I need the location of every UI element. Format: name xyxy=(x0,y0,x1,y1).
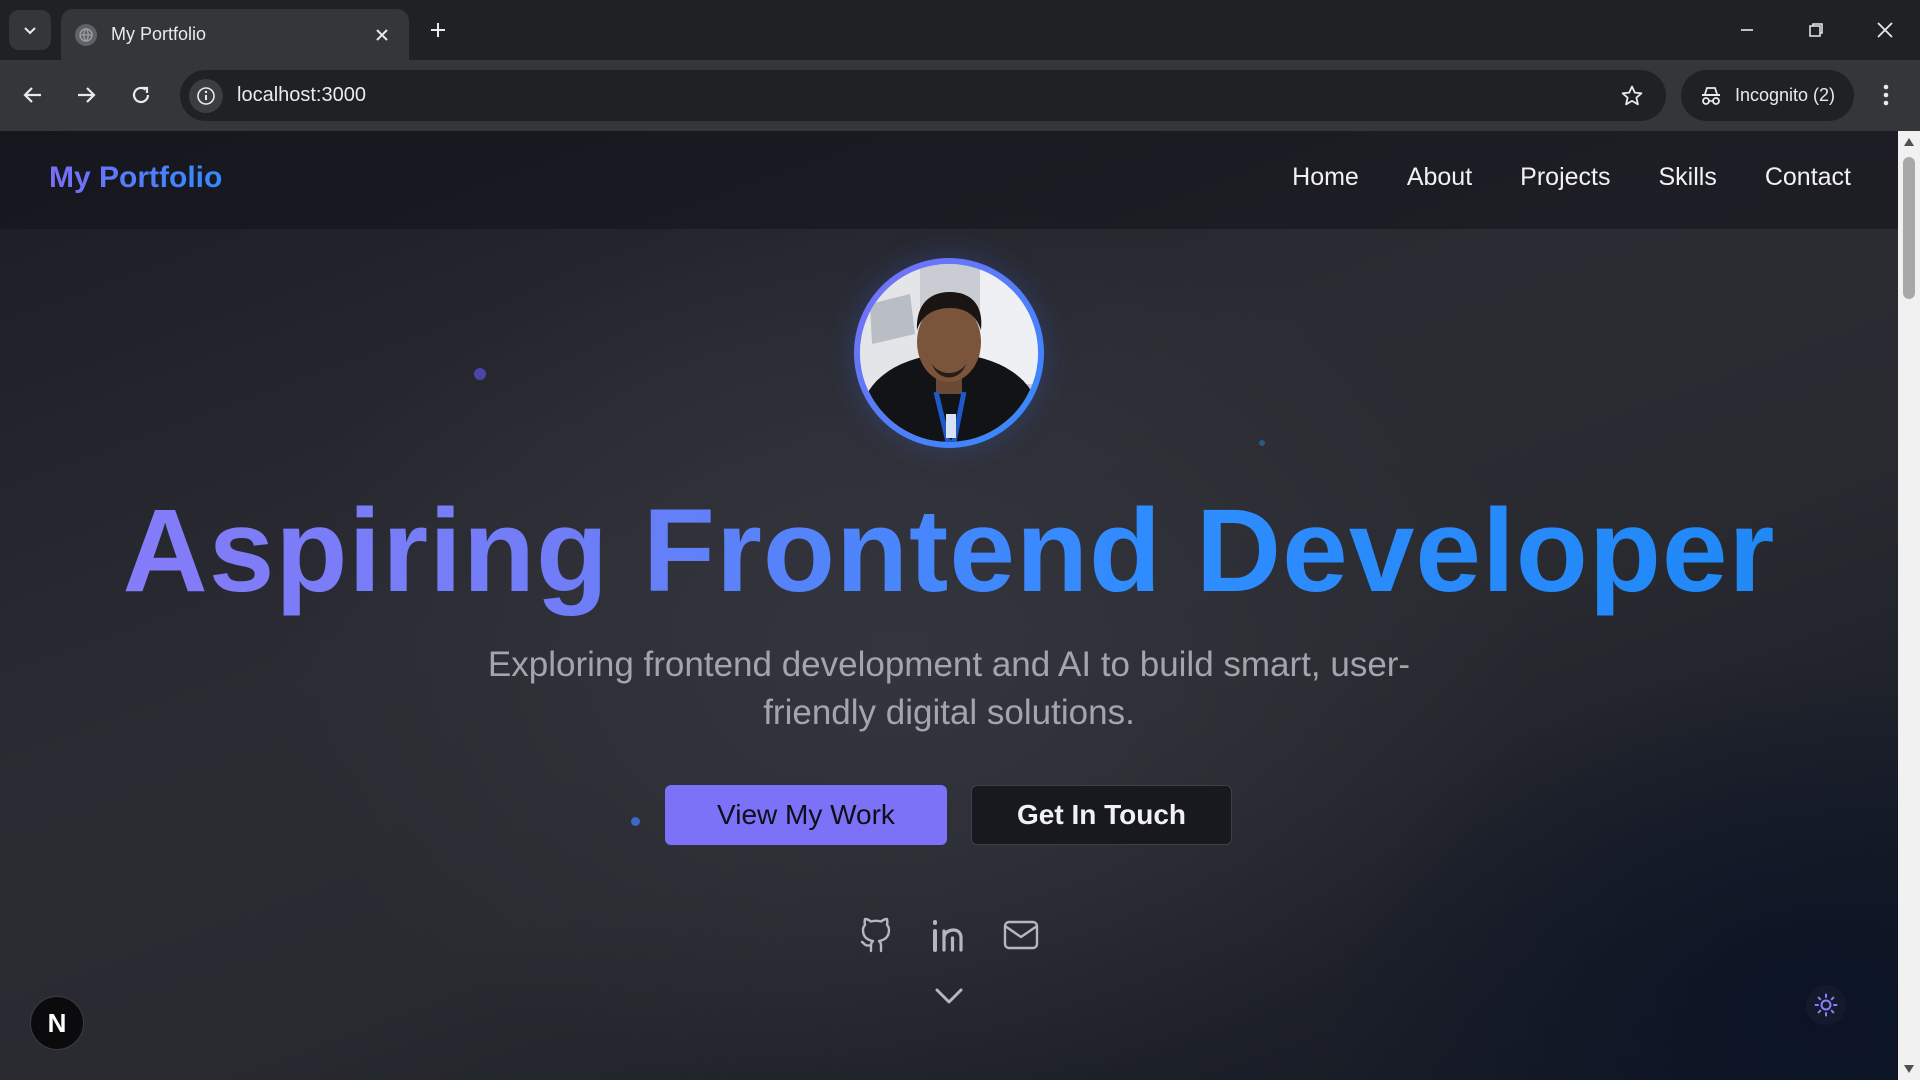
address-bar[interactable]: localhost:3000 xyxy=(180,70,1666,121)
kebab-icon xyxy=(1883,84,1889,106)
hero-subtitle: Exploring frontend development and AI to… xyxy=(487,645,1411,732)
incognito-indicator[interactable]: Incognito (2) xyxy=(1681,70,1854,121)
scroll-up-button[interactable] xyxy=(1902,135,1916,149)
reload-button[interactable] xyxy=(120,74,162,116)
linkedin-link[interactable] xyxy=(929,915,969,955)
arrow-left-icon xyxy=(23,87,41,103)
theme-toggle-button[interactable] xyxy=(1806,985,1846,1025)
triangle-down-icon xyxy=(1904,1065,1914,1073)
plus-icon xyxy=(431,23,445,37)
tab-strip: My Portfolio xyxy=(0,0,1920,60)
browser-toolbar: localhost:3000 Incognito (2) xyxy=(0,60,1920,131)
chevron-down-icon xyxy=(24,27,36,35)
minimize-button[interactable] xyxy=(1722,8,1772,52)
minimize-icon xyxy=(1741,29,1753,31)
new-tab-button[interactable] xyxy=(422,14,454,46)
info-icon[interactable] xyxy=(189,78,223,113)
browser-chrome: My Portfolio localhost:3000 Incognito (2… xyxy=(0,0,1920,131)
github-icon xyxy=(860,917,891,953)
bookmark-button[interactable] xyxy=(1612,76,1652,116)
star-icon xyxy=(1621,85,1643,105)
site-navbar: My Portfolio Home About Projects Skills … xyxy=(0,131,1898,229)
hero-title: Aspiring Frontend Developer xyxy=(0,481,1898,623)
globe-icon xyxy=(75,23,97,46)
scrollbar-thumb[interactable] xyxy=(1903,157,1915,299)
get-in-touch-button[interactable]: Get In Touch xyxy=(971,785,1232,845)
profile-avatar xyxy=(854,258,1044,448)
decorative-dot xyxy=(1259,440,1265,446)
nav-link-projects[interactable]: Projects xyxy=(1520,163,1610,192)
restore-icon xyxy=(1809,23,1823,37)
close-window-button[interactable] xyxy=(1860,8,1910,52)
page-viewport: My Portfolio Home About Projects Skills … xyxy=(0,131,1898,1080)
nav-link-contact[interactable]: Contact xyxy=(1765,163,1851,192)
close-icon xyxy=(1877,22,1893,38)
linkedin-icon xyxy=(933,920,963,952)
back-button[interactable] xyxy=(12,74,54,116)
nav-link-about[interactable]: About xyxy=(1407,163,1472,192)
tab-search-button[interactable] xyxy=(9,10,51,50)
profile-photo xyxy=(860,264,1038,442)
tab-title: My Portfolio xyxy=(111,24,207,44)
scroll-down-button[interactable] xyxy=(1902,1062,1916,1076)
email-link[interactable] xyxy=(1001,915,1041,955)
forward-button[interactable] xyxy=(65,74,107,116)
page-scrollbar[interactable] xyxy=(1898,131,1920,1080)
nav-link-home[interactable]: Home xyxy=(1292,163,1359,192)
github-link[interactable] xyxy=(856,915,896,955)
site-logo[interactable]: My Portfolio xyxy=(49,161,222,195)
browser-menu-button[interactable] xyxy=(1868,74,1904,116)
arrow-right-icon xyxy=(78,87,96,103)
scroll-down-indicator[interactable] xyxy=(932,979,966,1013)
tab-active[interactable]: My Portfolio xyxy=(61,9,409,60)
triangle-up-icon xyxy=(1904,138,1914,146)
nextjs-dev-badge[interactable]: N xyxy=(30,996,84,1050)
chevron-down-icon xyxy=(935,988,963,1004)
close-icon xyxy=(376,28,388,41)
url-text[interactable]: localhost:3000 xyxy=(237,84,1612,107)
incognito-label: Incognito (2) xyxy=(1735,85,1836,105)
mail-icon xyxy=(1003,920,1039,950)
view-my-work-button[interactable]: View My Work xyxy=(665,785,947,845)
decorative-dot xyxy=(631,817,640,826)
incognito-icon xyxy=(1702,86,1720,105)
restore-button[interactable] xyxy=(1791,8,1841,52)
decorative-dot xyxy=(474,368,486,380)
sun-icon xyxy=(1814,993,1838,1017)
nav-link-skills[interactable]: Skills xyxy=(1658,163,1716,192)
tab-close-button[interactable] xyxy=(369,22,395,48)
reload-icon xyxy=(132,86,150,104)
nav-links: Home About Projects Skills Contact xyxy=(1292,163,1851,192)
